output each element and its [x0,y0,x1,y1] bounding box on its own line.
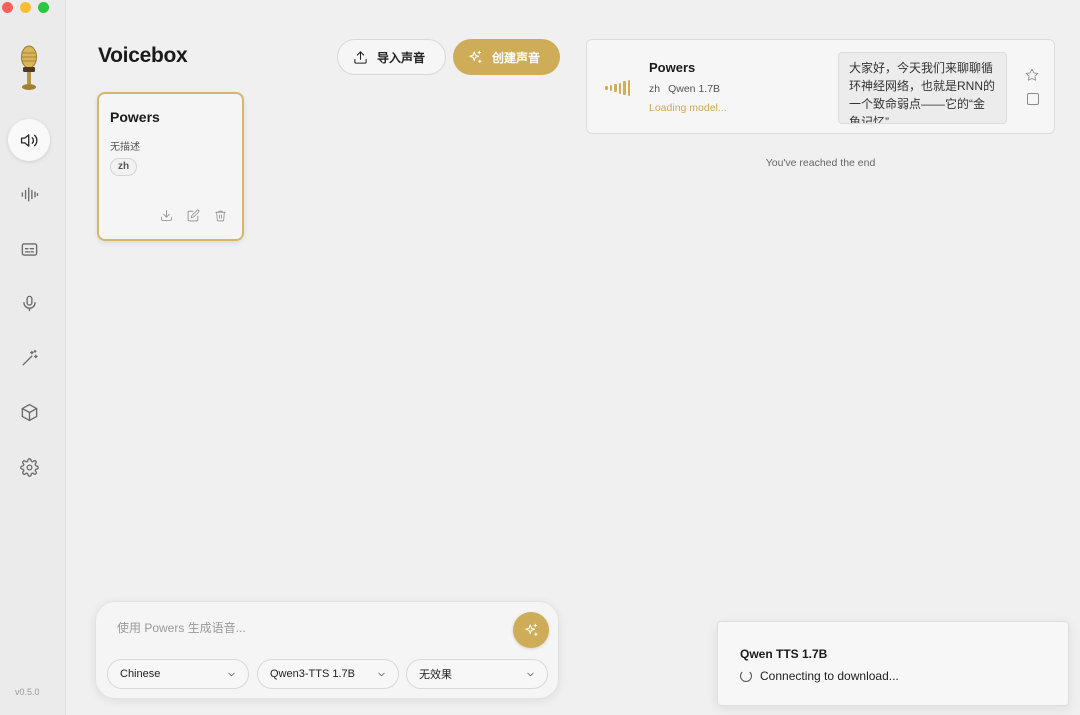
window-controls [2,2,49,13]
sidebar-item-captions[interactable] [8,228,50,270]
sidebar-item-speak[interactable] [8,119,50,161]
star-icon [1025,68,1039,81]
sidebar-item-record[interactable] [8,282,50,324]
favorite-button[interactable] [1025,68,1039,87]
box-icon [21,403,37,421]
app-version: v0.5.0 [15,687,40,697]
upload-icon [354,50,367,64]
chevron-down-icon [378,672,385,676]
sparkles-icon [524,623,538,636]
loading-spinner-icon [740,670,752,682]
toast-body: Connecting to download... [740,669,899,683]
microphone-icon [22,295,36,311]
sidebar-item-models[interactable] [8,391,50,433]
import-voice-button[interactable]: 导入声音 [337,39,446,75]
effect-select-value: 无效果 [419,669,452,681]
voice-description: 无描述 [110,142,140,153]
generate-composer: Chinese Qwen3-TTS 1.7B 无效果 [95,601,559,699]
sidebar: v0.5.0 [0,0,66,715]
history-language: zh [649,83,661,95]
history-voice-name: Powers [649,60,696,75]
download-toast: Qwen TTS 1.7B Connecting to download... [717,621,1069,706]
waveform-icon [21,186,38,202]
voice-card[interactable]: Powers 无描述 zh [97,92,244,241]
page-title: Voicebox [98,44,188,67]
caption-icon [21,242,37,256]
effect-select[interactable]: 无效果 [406,659,548,689]
history-status: Loading model... [649,102,727,114]
history-meta: zh Qwen 1.7B [649,83,720,95]
select-checkbox[interactable] [1027,93,1039,105]
create-voice-label: 创建声音 [492,50,541,65]
microphone-logo-icon [21,45,37,90]
maximize-window-button[interactable] [38,2,49,13]
voice-card-actions [160,209,227,222]
toast-title: Qwen TTS 1.7B [740,647,828,661]
download-icon[interactable] [160,209,173,222]
model-select[interactable]: Qwen3-TTS 1.7B [257,659,399,689]
speaker-icon [20,133,38,147]
sidebar-item-audio[interactable] [8,173,50,215]
sparkles-icon [469,50,482,63]
gear-icon [19,457,39,477]
chevron-down-icon [527,672,534,676]
trash-icon[interactable] [214,209,227,222]
generate-button[interactable] [513,612,549,648]
toast-message: Connecting to download... [760,669,899,683]
language-select[interactable]: Chinese [107,659,249,689]
history-text[interactable]: 大家好，今天我们来聊聊循环神经网络，也就是RNN的一个致命弱点——它的“金鱼记忆… [838,52,1007,124]
audio-waveform-icon [605,80,630,96]
edit-icon[interactable] [187,209,200,222]
history-model: Qwen 1.7B [668,83,721,95]
voice-name: Powers [110,109,160,125]
prompt-input[interactable] [117,621,497,635]
history-item[interactable]: Powers zh Qwen 1.7B Loading model... 大家好… [586,39,1055,134]
create-voice-button[interactable]: 创建声音 [453,39,560,75]
end-of-list-text: You've reached the end [765,157,876,169]
close-window-button[interactable] [2,2,13,13]
model-select-value: Qwen3-TTS 1.7B [270,668,355,680]
chevron-down-icon [228,672,235,676]
sidebar-item-effects[interactable] [8,337,50,379]
sidebar-item-settings[interactable] [8,446,50,488]
import-voice-label: 导入声音 [377,50,426,65]
language-badge: zh [110,158,138,176]
minimize-window-button[interactable] [20,2,31,13]
language-select-value: Chinese [120,668,161,680]
magic-wand-icon [21,349,38,366]
